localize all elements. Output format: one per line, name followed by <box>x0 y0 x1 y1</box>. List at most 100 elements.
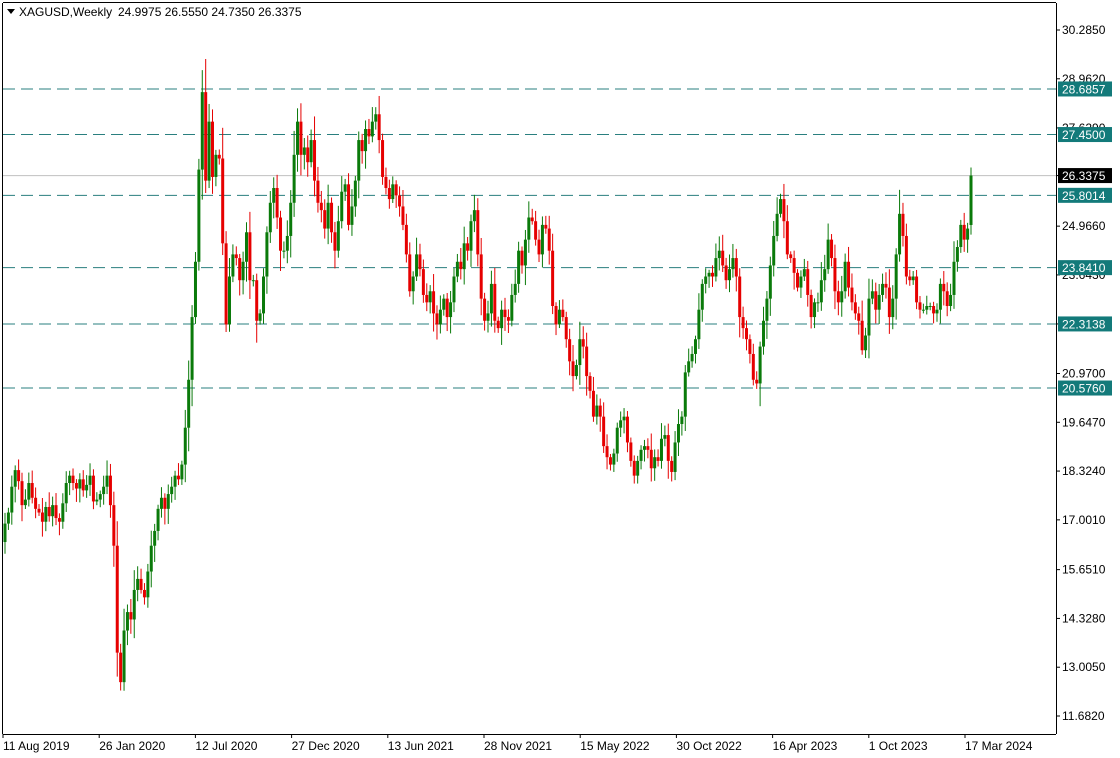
candle-body <box>547 228 551 251</box>
candle-body <box>915 276 919 303</box>
candle-body <box>598 405 602 417</box>
candle-body <box>435 313 439 325</box>
candle-body <box>564 317 568 340</box>
candle-body <box>347 184 351 225</box>
candle-body <box>153 530 157 546</box>
candle-body <box>772 235 776 266</box>
candle-body <box>697 309 701 340</box>
candle-body <box>745 328 749 340</box>
candle-body <box>561 309 565 318</box>
candle-body <box>102 486 106 495</box>
candle-body <box>391 184 395 200</box>
candle-body <box>683 372 687 417</box>
candle-body <box>68 475 72 484</box>
level-price-tag-text: 22.3138 <box>1062 317 1106 331</box>
candle-body <box>394 184 398 196</box>
candle-body <box>799 276 803 288</box>
candle-body <box>534 221 538 240</box>
price-chart[interactable]: 30.285028.962027.629026.337524.966023.64… <box>0 0 1120 758</box>
candle-body <box>316 180 320 203</box>
candle-body <box>234 254 238 259</box>
candle-body <box>309 140 313 163</box>
candle-body <box>142 589 146 598</box>
candle-body <box>353 180 357 207</box>
candle-body <box>639 449 643 461</box>
candle-body <box>779 199 783 214</box>
level-price-tag-text: 20.5760 <box>1062 382 1106 396</box>
candle-body <box>714 258 718 277</box>
candle-body <box>319 202 323 211</box>
level-price-tag-text: 27.4500 <box>1062 128 1106 142</box>
candle-body <box>700 283 704 310</box>
candle-body <box>248 232 252 281</box>
candle-body <box>921 309 925 311</box>
candle-body <box>217 154 221 159</box>
candle-body <box>20 481 24 506</box>
symbol-label: XAGUSD,Weekly <box>19 5 112 19</box>
candle-body <box>721 250 725 266</box>
candle-body <box>204 92 208 181</box>
candle-body <box>653 457 657 469</box>
candle-body <box>227 276 231 325</box>
candle-body <box>108 475 112 506</box>
candle-body <box>170 486 174 495</box>
candle-body <box>432 291 436 314</box>
candle-body <box>605 446 609 458</box>
candle-body <box>421 269 425 295</box>
candle-body <box>197 169 201 262</box>
candle-body <box>98 494 102 500</box>
candle-body <box>748 339 752 354</box>
candle-body <box>3 523 7 543</box>
candle-body <box>112 505 116 546</box>
candle-body <box>554 306 558 325</box>
candle-body <box>785 221 789 255</box>
level-price-tag-text: 23.8410 <box>1062 261 1106 275</box>
candle-body <box>527 217 531 240</box>
candle-body <box>853 302 857 314</box>
candle-body <box>826 239 830 270</box>
candle-body <box>279 217 283 251</box>
candle-body <box>908 276 912 281</box>
candle-body <box>272 188 276 203</box>
candle-body <box>578 339 582 366</box>
candle-body <box>193 261 197 318</box>
candle-body <box>789 254 793 259</box>
candle-body <box>449 302 453 318</box>
candle-body <box>513 283 517 295</box>
candle-body <box>602 416 606 447</box>
candle-body <box>775 213 779 236</box>
candle-body <box>636 460 640 476</box>
candle-body <box>894 254 898 299</box>
candle-body <box>27 483 31 500</box>
candle-body <box>149 545 153 572</box>
price-tick-label: 24.9660 <box>1062 219 1106 233</box>
time-tick-label: 17 Mar 2024 <box>965 739 1033 753</box>
candle-body <box>343 184 347 192</box>
candle-body <box>187 379 191 428</box>
candle-body <box>139 578 143 590</box>
candle-body <box>949 294 953 307</box>
candle-body <box>707 272 711 277</box>
candle-body <box>323 210 327 229</box>
candle-body <box>557 309 561 325</box>
candle-body <box>843 261 847 292</box>
candle-body <box>132 589 136 620</box>
candle-body <box>738 276 742 318</box>
candle-body <box>442 298 446 310</box>
candle-body <box>459 261 463 270</box>
candle-body <box>381 140 385 177</box>
candle-body <box>612 453 616 465</box>
candle-body <box>520 250 524 266</box>
candle-body <box>207 121 211 181</box>
candle-body <box>642 446 646 450</box>
level-price-tag-text: 25.8014 <box>1062 189 1106 203</box>
candle-body <box>945 291 949 307</box>
candle-body <box>472 210 476 222</box>
candle-body <box>282 250 286 252</box>
candle-body <box>411 276 415 292</box>
candle-body <box>44 506 48 522</box>
candle-body <box>551 250 555 307</box>
candle-body <box>105 475 109 487</box>
price-tick-label: 17.0010 <box>1062 513 1106 527</box>
candle-body <box>911 276 915 281</box>
